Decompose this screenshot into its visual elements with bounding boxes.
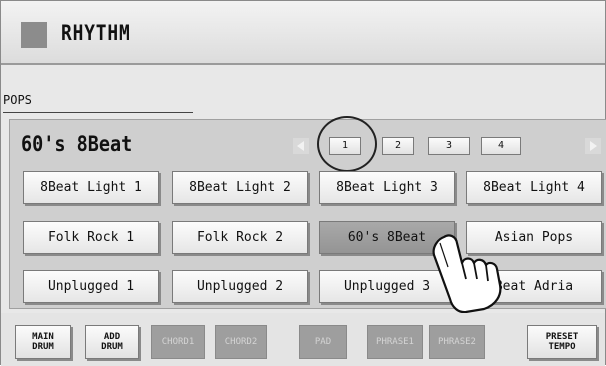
phrase1-label: PHRASE1 [376, 337, 414, 347]
phrase2-label: PHRASE2 [438, 337, 476, 347]
phrase1-button[interactable]: PHRASE1 [367, 325, 423, 359]
main-drum-label: MAIN DRUM [32, 332, 54, 352]
chord2-label: CHORD2 [224, 337, 258, 347]
style-button-unplugged-2[interactable]: Unplugged 2 [172, 270, 308, 303]
page-prev-arrow-icon[interactable] [293, 138, 309, 154]
title-bar: RHYTHM [1, 1, 605, 65]
chord1-label: CHORD1 [161, 337, 195, 347]
page-button-2[interactable]: 2 [382, 137, 414, 155]
preset-tempo-button[interactable]: PRESET TEMPO [527, 325, 597, 359]
chord1-button[interactable]: CHORD1 [151, 325, 205, 359]
add-drum-label: ADD DRUM [101, 332, 123, 352]
add-drum-button[interactable]: ADD DRUM [85, 325, 139, 359]
pointing-hand-icon [426, 233, 516, 314]
phrase2-button[interactable]: PHRASE2 [429, 325, 485, 359]
page-button-4[interactable]: 4 [481, 137, 521, 155]
chord2-button[interactable]: CHORD2 [215, 325, 267, 359]
page-title: RHYTHM [61, 21, 131, 45]
style-button-8beat-light-4[interactable]: 8Beat Light 4 [466, 171, 602, 204]
pad-label: PAD [314, 337, 332, 347]
selected-rhythm-name: 60's 8Beat [21, 132, 133, 156]
category-label: POPS [3, 93, 32, 107]
preset-tempo-label: PRESET TEMPO [545, 332, 579, 352]
style-button-folk-rock-2[interactable]: Folk Rock 2 [172, 221, 308, 254]
style-button-8beat-light-1[interactable]: 8Beat Light 1 [23, 171, 159, 204]
rhythm-indicator-icon [21, 22, 47, 48]
style-button-unplugged-1[interactable]: Unplugged 1 [23, 270, 159, 303]
category-underline [3, 112, 193, 113]
style-button-folk-rock-1[interactable]: Folk Rock 1 [23, 221, 159, 254]
pad-button[interactable]: PAD [299, 325, 347, 359]
style-button-8beat-light-3[interactable]: 8Beat Light 3 [319, 171, 455, 204]
page-button-3[interactable]: 3 [428, 137, 470, 155]
page-highlight-circle [317, 116, 377, 172]
style-button-8beat-light-2[interactable]: 8Beat Light 2 [172, 171, 308, 204]
main-drum-button[interactable]: MAIN DRUM [15, 325, 71, 359]
rhythm-screen: RHYTHM POPS 60's 8Beat 1 2 3 4 8Beat Lig… [0, 0, 606, 366]
page-next-arrow-icon[interactable] [585, 138, 601, 154]
